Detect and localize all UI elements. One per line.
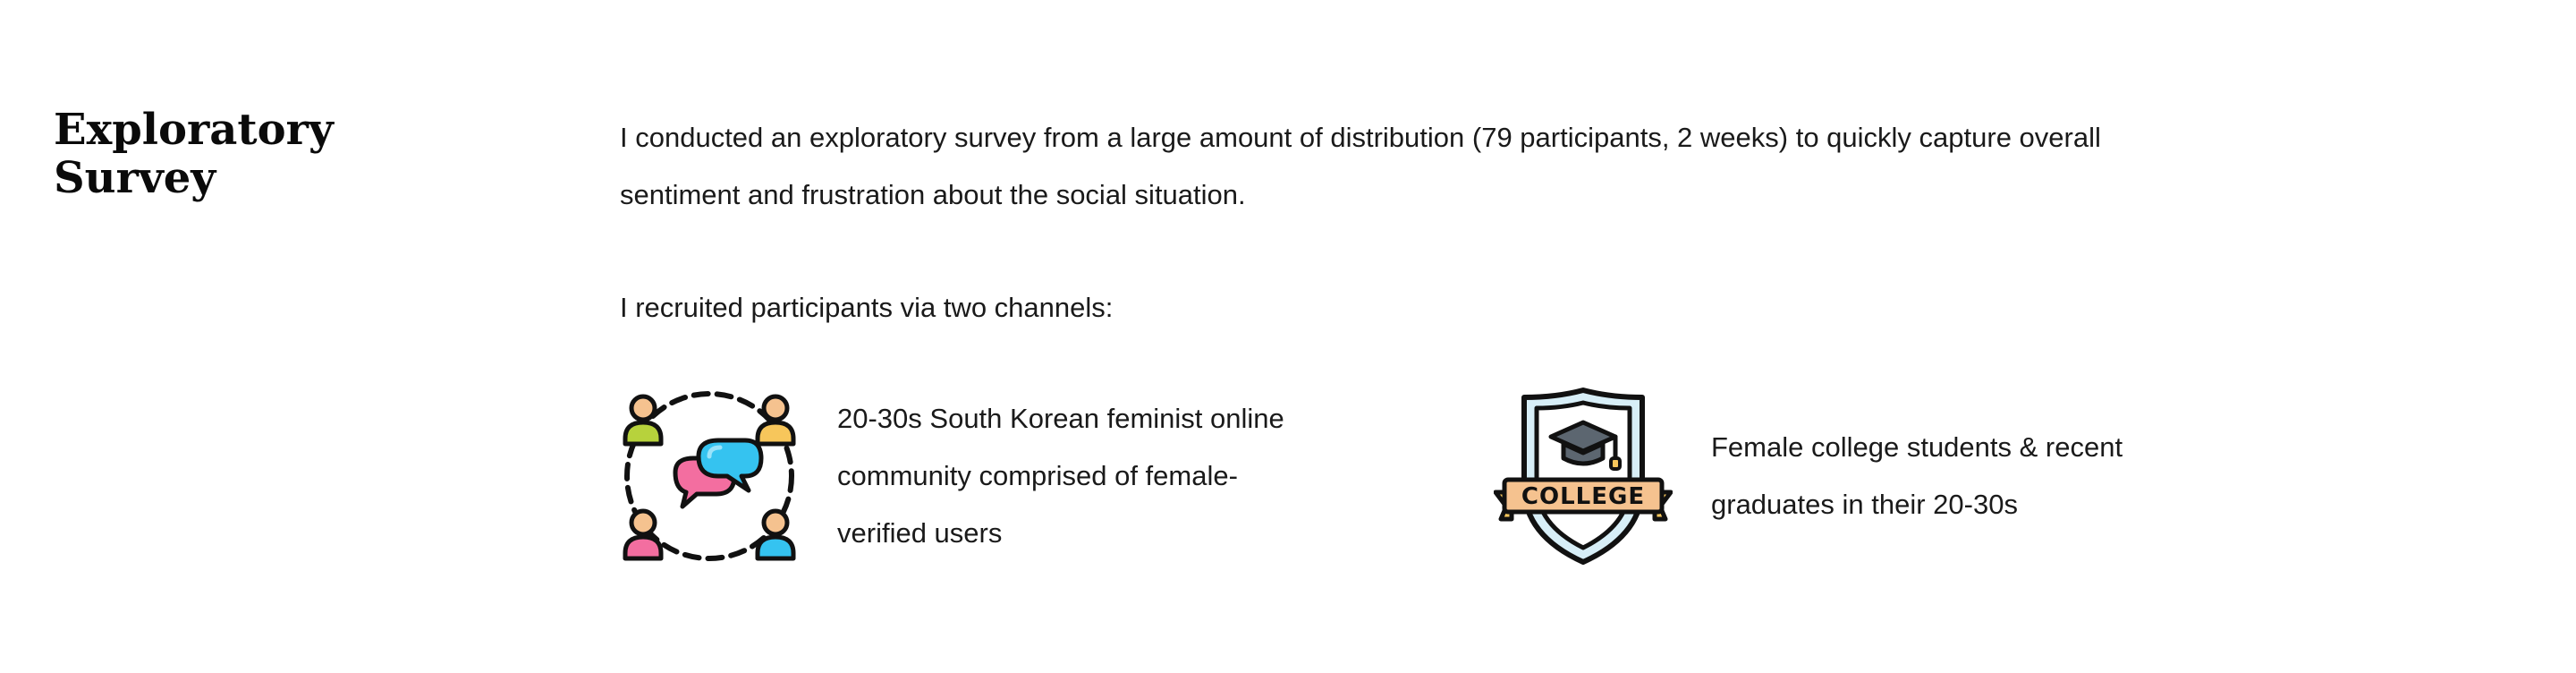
channel-college: COLLEGE Female college students & recent…	[1494, 387, 2212, 566]
channel-community: 20-30s South Korean feminist online comm…	[620, 387, 1320, 566]
recruit-paragraph: I recruited participants via two channel…	[620, 292, 1114, 323]
college-badge-text: COLLEGE	[1521, 483, 1645, 510]
college-shield-icon: COLLEGE	[1494, 387, 1673, 566]
channel-community-description: 20-30s South Korean feminist online comm…	[837, 403, 1284, 549]
section-title: Exploratory Survey	[54, 105, 334, 203]
body-column: I conducted an exploratory survey from a…	[620, 109, 2176, 336]
community-chat-icon	[620, 387, 799, 566]
channel-college-description: Female college students & recent graduat…	[1711, 431, 2123, 520]
intro-paragraph: I conducted an exploratory survey from a…	[620, 122, 2101, 210]
